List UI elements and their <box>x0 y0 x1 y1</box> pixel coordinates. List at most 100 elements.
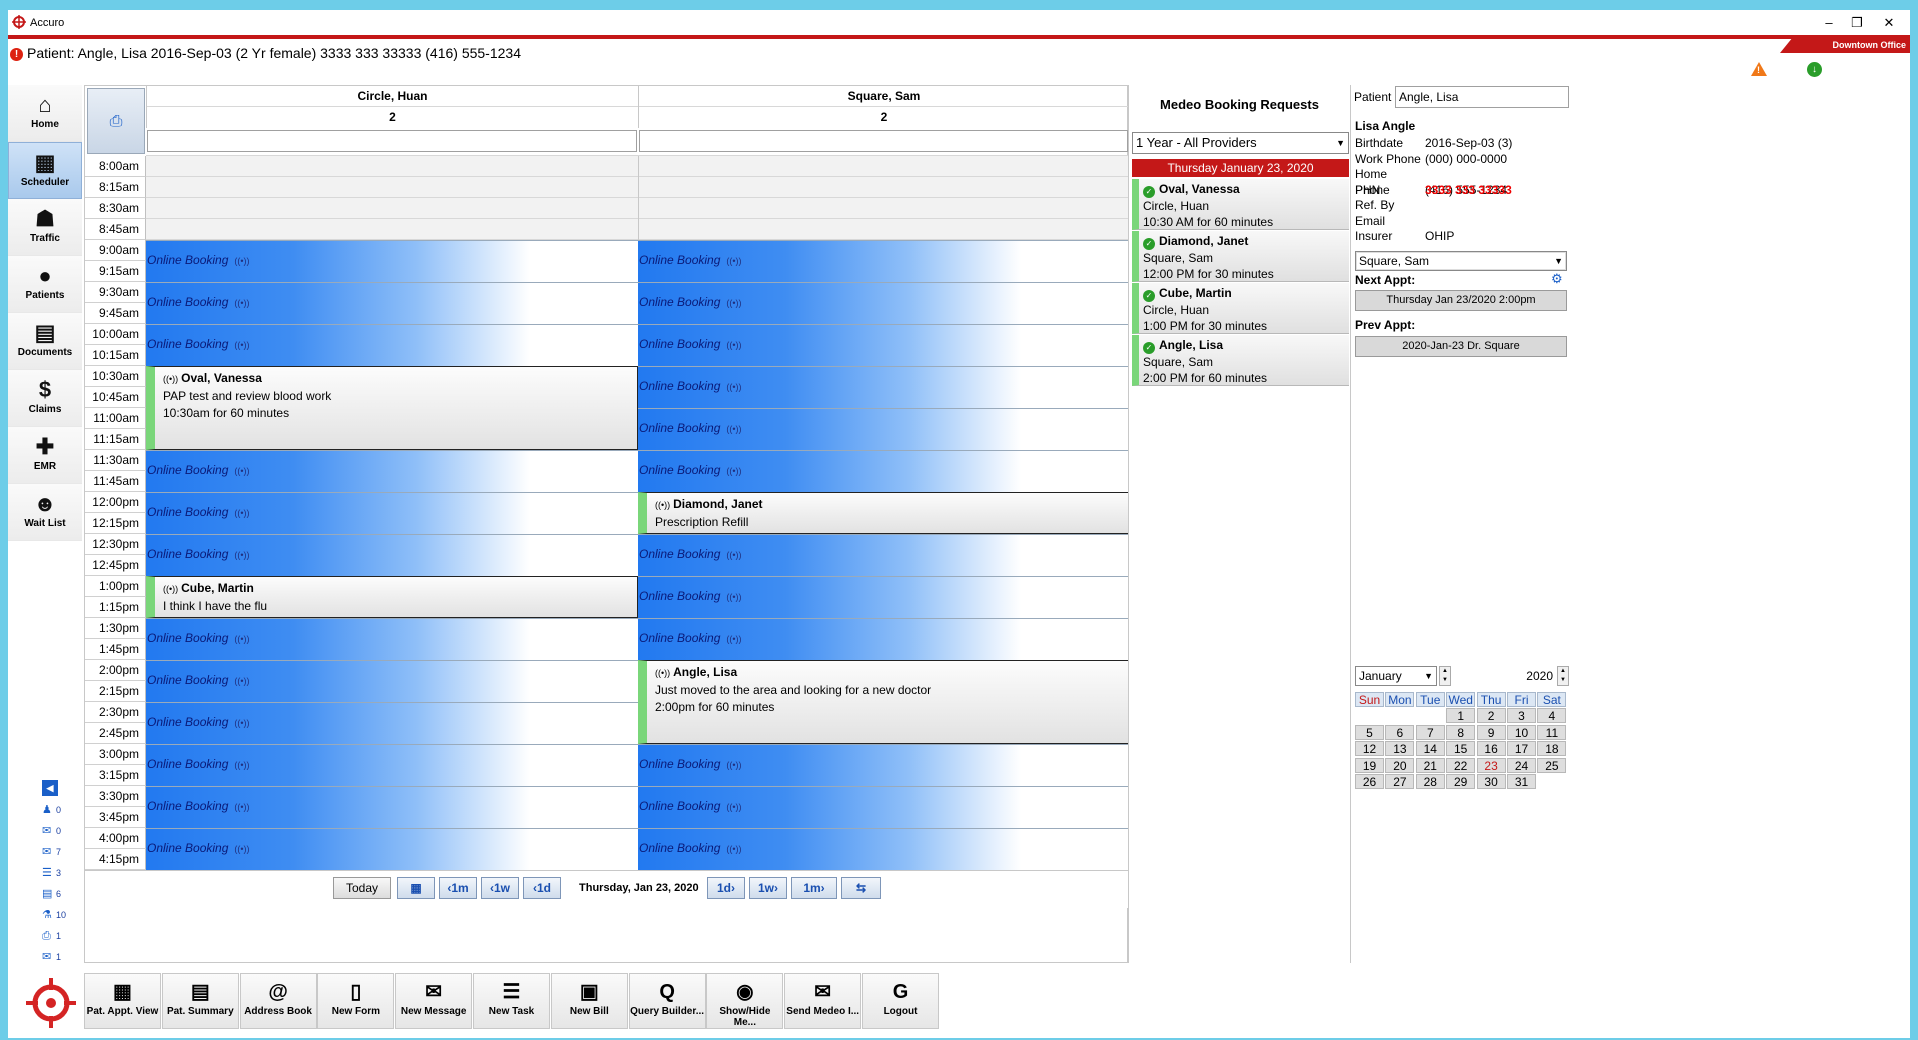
year-spinner[interactable]: ▲ ▼ <box>1557 666 1569 686</box>
appointment-block[interactable]: ((•)) Cube, Martin I think I have the flu <box>146 576 638 618</box>
online-booking-slot[interactable]: Online Booking ((•)) <box>146 828 638 870</box>
patient-search-input[interactable]: Angle, Lisa <box>1395 86 1569 108</box>
calendar-day[interactable]: 24 <box>1507 757 1536 773</box>
calendar-day[interactable]: 29 <box>1446 774 1476 789</box>
calendar-day[interactable]: 2 <box>1476 708 1506 723</box>
booking-request-item[interactable]: ✓ Oval, Vanessa Circle, Huan 10:30 AM for 6… <box>1132 179 1349 230</box>
nav-item-claims[interactable]: $ Claims <box>8 370 82 427</box>
toolbar-button-send-medeo-i[interactable]: ✉ Send Medeo I... <box>784 973 862 1029</box>
online-booking-slot[interactable]: Online Booking ((•)) <box>638 618 1129 660</box>
booking-request-item[interactable]: ✓ Angle, Lisa Square, Sam 2:00 PM for 60 mi… <box>1132 335 1349 386</box>
calendar-day[interactable]: 28 <box>1415 774 1445 789</box>
toolbar-button-query-builder[interactable]: Q Query Builder... <box>628 973 706 1029</box>
calendar-day[interactable]: 31 <box>1507 774 1536 789</box>
calendar-day[interactable]: 21 <box>1415 757 1445 773</box>
calendar-day[interactable]: 26 <box>1355 774 1384 789</box>
online-booking-slot[interactable]: Online Booking ((•)) <box>146 282 638 324</box>
online-booking-slot[interactable]: Online Booking ((•)) <box>638 366 1129 408</box>
calendar-day[interactable]: 7 <box>1415 724 1445 740</box>
online-booking-slot[interactable]: Online Booking ((•)) <box>638 786 1129 828</box>
year-value[interactable]: 2020 <box>1455 666 1557 686</box>
column-filter-input[interactable] <box>147 130 637 152</box>
booking-request-item[interactable]: ✓ Cube, Martin Circle, Huan 1:00 PM for 30 … <box>1132 283 1349 334</box>
calendar-day[interactable]: 3 <box>1507 708 1536 723</box>
calendar-day[interactable]: 27 <box>1385 774 1415 789</box>
calendar-day[interactable]: 4 <box>1537 708 1567 723</box>
calendar-day[interactable]: 1 <box>1446 708 1476 723</box>
collapse-nav-icon[interactable]: ◀ <box>42 780 58 796</box>
toolbar-button-pat-summary[interactable]: ▤ Pat. Summary <box>161 973 239 1029</box>
notification-count[interactable]: ▤ 6 <box>42 884 82 905</box>
appointment-block[interactable]: ((•)) Angle, Lisa Just moved to the area a… <box>638 660 1129 744</box>
warning-icon[interactable]: ! <box>1751 62 1767 76</box>
notification-count[interactable]: ⎙ 1 <box>42 926 82 947</box>
nav-item-home[interactable]: ⌂ Home <box>8 85 82 142</box>
online-booking-slot[interactable]: Online Booking ((•)) <box>146 450 638 492</box>
forward-month-button[interactable]: 1m› <box>791 877 837 899</box>
prev-appt-button[interactable]: 2020-Jan-23 Dr. Square <box>1355 336 1567 357</box>
calendar-day[interactable]: 30 <box>1476 774 1506 789</box>
column-filter-input[interactable] <box>639 130 1128 152</box>
calendar-day[interactable]: 11 <box>1537 724 1567 740</box>
online-booking-slot[interactable]: Online Booking ((•)) <box>638 408 1129 450</box>
schedule-grid[interactable]: Online Booking ((•)) Online Booking ((•)) On… <box>146 155 1129 870</box>
calendar-day[interactable]: 25 <box>1537 757 1567 773</box>
notification-count[interactable]: ☰ 3 <box>42 863 82 884</box>
calendar-picker-button[interactable]: ▦ <box>397 877 435 899</box>
booking-request-item[interactable]: ✓ Diamond, Janet Square, Sam 12:00 PM for 3… <box>1132 231 1349 282</box>
online-booking-slot[interactable]: Online Booking ((•)) <box>638 744 1129 786</box>
print-button[interactable]: ⎙ <box>87 88 145 154</box>
online-booking-slot[interactable]: Online Booking ((•)) <box>638 324 1129 366</box>
notification-count[interactable]: ✉ 7 <box>42 842 82 863</box>
toolbar-button-new-form[interactable]: ▯ New Form <box>317 973 395 1029</box>
provider-column-header[interactable]: Circle, Huan 2 <box>146 86 638 128</box>
back-week-button[interactable]: ‹1w <box>481 877 519 899</box>
calendar-day[interactable]: 22 <box>1446 757 1476 773</box>
toolbar-button-new-task[interactable]: ☰ New Task <box>473 973 550 1029</box>
next-appt-button[interactable]: Thursday Jan 23/2020 2:00pm <box>1355 290 1567 311</box>
calendar-day[interactable]: 19 <box>1355 757 1384 773</box>
download-icon[interactable]: ↓ <box>1807 62 1822 77</box>
online-booking-slot[interactable]: Online Booking ((•)) <box>146 702 638 744</box>
online-booking-slot[interactable]: Online Booking ((•)) <box>638 828 1129 870</box>
toolbar-button-address-book[interactable]: @ Address Book <box>239 973 317 1029</box>
refresh-button[interactable]: ⇆ <box>841 877 881 899</box>
toolbar-button-show-hide-me[interactable]: ◉ Show/Hide Me... <box>706 973 784 1029</box>
calendar-day[interactable]: 23 <box>1476 757 1506 773</box>
today-button[interactable]: Today <box>333 877 391 899</box>
back-day-button[interactable]: ‹1d <box>523 877 561 899</box>
appointment-block[interactable]: ((•)) Diamond, Janet Prescription Refill <box>638 492 1129 534</box>
provider-select[interactable]: Square, Sam ▼ <box>1355 251 1567 271</box>
nav-item-scheduler[interactable]: ▦ Scheduler <box>8 142 82 199</box>
calendar-day[interactable]: 16 <box>1476 741 1506 756</box>
calendar-day[interactable]: 14 <box>1415 741 1445 756</box>
calendar-day[interactable]: 17 <box>1507 741 1536 756</box>
calendar-day[interactable]: 10 <box>1507 724 1536 740</box>
calendar-day[interactable]: 5 <box>1355 724 1384 740</box>
calendar-day[interactable]: 8 <box>1446 724 1476 740</box>
calendar-day[interactable]: 9 <box>1476 724 1506 740</box>
nav-item-patients[interactable]: ● Patients <box>8 256 82 313</box>
toolbar-button-new-bill[interactable]: ▣ New Bill <box>550 973 628 1029</box>
calendar-day[interactable]: 13 <box>1385 741 1415 756</box>
close-icon[interactable]: ✕ <box>1874 13 1904 33</box>
online-booking-slot[interactable]: Online Booking ((•)) <box>146 618 638 660</box>
online-booking-slot[interactable]: Online Booking ((•)) <box>638 240 1129 282</box>
online-booking-slot[interactable]: Online Booking ((•)) <box>146 786 638 828</box>
online-booking-slot[interactable]: Online Booking ((•)) <box>146 492 638 534</box>
minimize-icon[interactable]: – <box>1814 13 1844 33</box>
online-booking-slot[interactable]: Online Booking ((•)) <box>146 324 638 366</box>
month-select[interactable]: January ▼ <box>1355 666 1437 686</box>
online-booking-slot[interactable]: Online Booking ((•)) <box>638 576 1129 618</box>
online-booking-slot[interactable]: Online Booking ((•)) <box>146 240 638 282</box>
calendar-day[interactable]: 20 <box>1385 757 1415 773</box>
calendar-day[interactable]: 6 <box>1385 724 1415 740</box>
online-booking-slot[interactable]: Online Booking ((•)) <box>638 282 1129 324</box>
calendar-day[interactable]: 12 <box>1355 741 1384 756</box>
online-booking-slot[interactable]: Online Booking ((•)) <box>146 534 638 576</box>
restore-icon[interactable]: ❐ <box>1842 13 1872 33</box>
nav-item-emr[interactable]: ✚ EMR <box>8 427 82 484</box>
notification-count[interactable]: ♟ 0 <box>42 800 82 821</box>
appointment-block[interactable]: ((•)) Oval, Vanessa PAP test and review bl… <box>146 366 638 450</box>
provider-column-header[interactable]: Square, Sam 2 <box>638 86 1129 128</box>
